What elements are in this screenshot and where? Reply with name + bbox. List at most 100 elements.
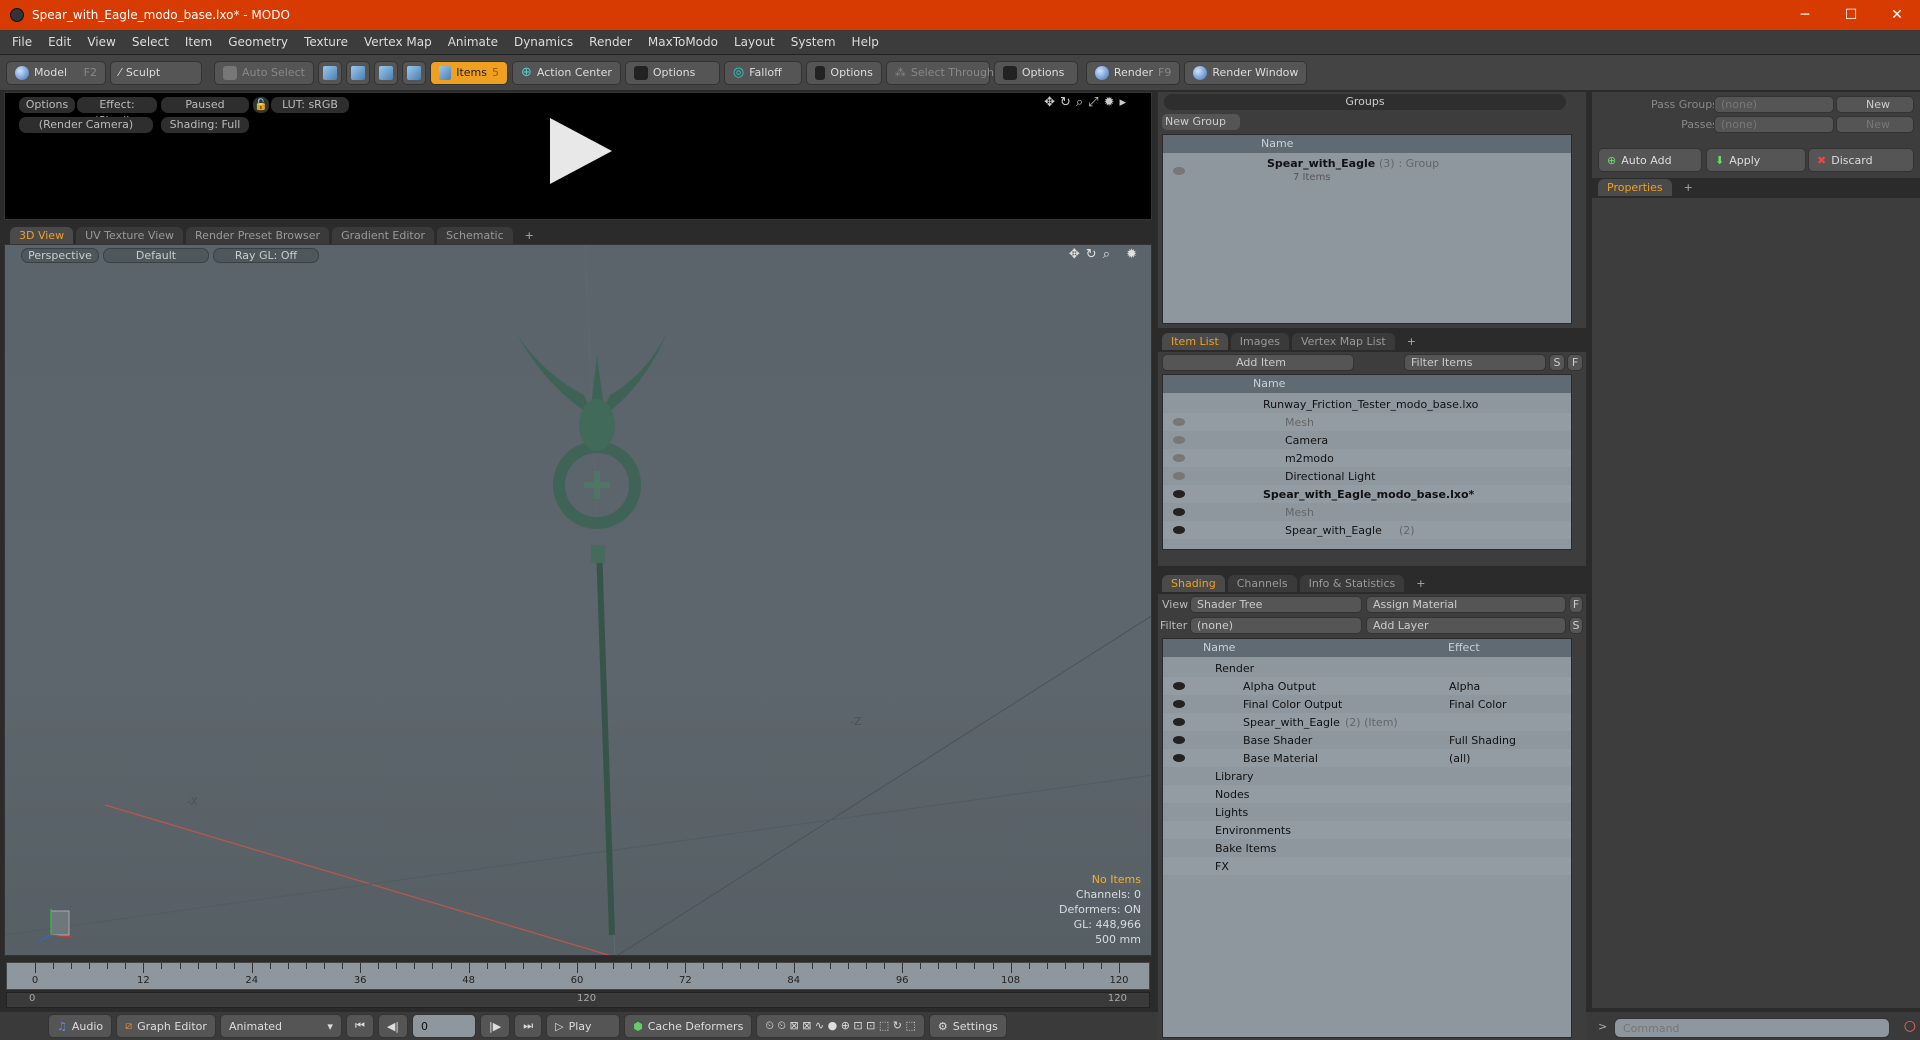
model-mode-button[interactable]: Model F2: [6, 60, 106, 85]
shading-dropdown[interactable]: Shading: Full: [161, 117, 249, 133]
new-pass-button[interactable]: New: [1836, 116, 1914, 133]
menu-texture[interactable]: Texture: [296, 35, 356, 49]
layer-effect[interactable]: (all): [1449, 752, 1470, 765]
shader-tree-row[interactable]: Spear_with_Eagle (2) (Item): [1163, 713, 1571, 731]
layer-effect[interactable]: Alpha: [1449, 680, 1480, 693]
shader-tree-row[interactable]: Final Color Output Final Color: [1163, 695, 1571, 713]
lut-dropdown[interactable]: LUT: sRGB: [271, 97, 349, 113]
visibility-eye-icon[interactable]: [1173, 700, 1185, 708]
tab-info-statistics[interactable]: Info & Statistics: [1299, 575, 1405, 592]
add-item-dropdown[interactable]: Add Item: [1162, 354, 1354, 371]
filter-dropdown[interactable]: (none): [1190, 617, 1362, 634]
visibility-eye-icon[interactable]: [1173, 682, 1185, 690]
animated-dropdown[interactable]: Animated ▾: [219, 1014, 342, 1038]
render-button[interactable]: Render F9: [1085, 60, 1181, 85]
items-mode-button[interactable]: Items 5: [429, 60, 508, 85]
materials-mode-button[interactable]: [401, 60, 426, 85]
tab-schematic[interactable]: Schematic: [437, 227, 513, 244]
select-through-button[interactable]: ⁂ Select Through: [885, 60, 994, 85]
shader-tree-row[interactable]: FX: [1163, 857, 1571, 875]
visibility-eye-icon[interactable]: [1173, 454, 1185, 462]
cache-deformers-button[interactable]: ⬢ Cache Deformers: [624, 1014, 753, 1038]
render-paused-button[interactable]: Paused: [161, 97, 249, 113]
audio-button[interactable]: ♫ Audio: [48, 1014, 113, 1038]
tab-shading[interactable]: Shading: [1162, 575, 1225, 592]
layer-effect[interactable]: Full Shading: [1449, 734, 1516, 747]
timeline-ruler[interactable]: 0 12 24 36 48 60 72 84 96 108 120: [6, 962, 1150, 990]
add-tab-button[interactable]: +: [516, 227, 543, 244]
tab-3d-view[interactable]: 3D View: [10, 227, 74, 244]
render-camera-dropdown[interactable]: (Render Camera): [19, 117, 153, 133]
key-tools-group[interactable]: ⏲ ⏲ ⊠ ⊠ ∿ ● ⊕ ⊡ ⊡ ⬚ ↻ ⬚: [756, 1014, 925, 1038]
tab-vertex-map-list[interactable]: Vertex Map List: [1291, 333, 1395, 350]
visibility-eye-icon[interactable]: [1173, 490, 1185, 498]
command-input[interactable]: [1614, 1018, 1890, 1038]
discard-button[interactable]: ✖ Discard: [1808, 148, 1914, 172]
close-button[interactable]: ✕: [1874, 7, 1920, 23]
lock-icon[interactable]: 🔓: [253, 97, 269, 113]
maximize-button[interactable]: ☐: [1828, 7, 1874, 23]
visibility-eye-icon[interactable]: [1173, 418, 1185, 426]
add-tab-button[interactable]: +: [1398, 333, 1425, 350]
menu-system[interactable]: System: [783, 35, 844, 49]
shader-tree-row[interactable]: Bake Items: [1163, 839, 1571, 857]
item-list-row[interactable]: Mesh: [1163, 503, 1571, 521]
view-dropdown[interactable]: Shader Tree: [1190, 596, 1362, 613]
visibility-eye-icon[interactable]: [1173, 472, 1185, 480]
menu-view[interactable]: View: [79, 35, 123, 49]
next-key-button[interactable]: |▶: [480, 1014, 511, 1038]
menu-render[interactable]: Render: [581, 35, 640, 49]
menu-item[interactable]: Item: [177, 35, 220, 49]
goto-end-button[interactable]: ⏭: [514, 1014, 543, 1038]
visibility-eye-icon[interactable]: [1173, 754, 1185, 762]
shader-tree-row[interactable]: Lights: [1163, 803, 1571, 821]
timeline-range-bar[interactable]: 0 120 120: [6, 992, 1150, 1008]
visibility-eye-icon[interactable]: [1173, 718, 1185, 726]
menu-vertex-map[interactable]: Vertex Map: [356, 35, 440, 49]
shader-tree-row[interactable]: Nodes: [1163, 785, 1571, 803]
auto-add-button[interactable]: ⊕ Auto Add: [1598, 148, 1702, 172]
visibility-eye-icon[interactable]: [1173, 167, 1185, 175]
shader-tree-row[interactable]: Environments: [1163, 821, 1571, 839]
record-macro-icon[interactable]: ○: [1904, 1018, 1916, 1034]
graph-editor-button[interactable]: ⧄ Graph Editor: [116, 1014, 216, 1038]
tab-render-preset-browser[interactable]: Render Preset Browser: [186, 227, 330, 244]
play-button[interactable]: ▷ Play: [546, 1014, 621, 1038]
sculpt-mode-button[interactable]: ⁄ Sculpt: [110, 60, 202, 85]
polygons-mode-button[interactable]: [373, 60, 398, 85]
settings-button[interactable]: ⚙ Settings: [928, 1014, 1007, 1038]
item-list-row[interactable]: Spear_with_Eagle_modo_base.lxo*: [1163, 485, 1571, 503]
shader-tree-row[interactable]: Base Shader Full Shading: [1163, 731, 1571, 749]
action-center-options-button[interactable]: Options: [624, 60, 720, 85]
menu-animate[interactable]: Animate: [440, 35, 506, 49]
item-list-row[interactable]: Camera: [1163, 431, 1571, 449]
menu-file[interactable]: File: [4, 35, 40, 49]
item-list-row[interactable]: Runway_Friction_Tester_modo_base.lxo: [1163, 395, 1571, 413]
apply-button[interactable]: ⬇ Apply: [1706, 148, 1806, 172]
menu-dynamics[interactable]: Dynamics: [506, 35, 581, 49]
layer-effect[interactable]: Final Color: [1449, 698, 1507, 711]
add-layer-dropdown[interactable]: Add Layer: [1366, 617, 1566, 634]
new-pass-group-button[interactable]: New: [1836, 96, 1914, 113]
render-view-controls[interactable]: ✥↻⌕⤢✹▸: [1044, 95, 1131, 110]
filter-items-input[interactable]: Filter Items: [1404, 354, 1546, 371]
menu-help[interactable]: Help: [844, 35, 887, 49]
passes-dropdown[interactable]: (none): [1714, 116, 1834, 133]
shader-tree-row[interactable]: Alpha Output Alpha: [1163, 677, 1571, 695]
auto-select-button[interactable]: Auto Select: [214, 60, 314, 85]
visibility-eye-icon[interactable]: [1173, 436, 1185, 444]
add-tab-button[interactable]: +: [1407, 575, 1434, 592]
vertices-mode-button[interactable]: [317, 60, 342, 85]
filter-f-button[interactable]: F: [1567, 354, 1583, 371]
play-render-icon[interactable]: [550, 118, 612, 184]
shader-tree-row[interactable]: Library: [1163, 767, 1571, 785]
render-window-button[interactable]: Render Window: [1184, 60, 1308, 85]
tab-gradient-editor[interactable]: Gradient Editor: [332, 227, 434, 244]
falloff-options-button[interactable]: Options: [805, 60, 882, 85]
visibility-eye-icon[interactable]: [1173, 508, 1185, 516]
shader-tree-row[interactable]: Base Material (all): [1163, 749, 1571, 767]
3d-viewport[interactable]: Perspective Default Ray GL: Off ✥↻⌕ ✹ -X…: [4, 244, 1152, 956]
tab-properties[interactable]: Properties: [1598, 179, 1672, 196]
timeline[interactable]: 0 12 24 36 48 60 72 84 96 108 120 0 120 120: [4, 960, 1152, 1010]
menu-edit[interactable]: Edit: [40, 35, 79, 49]
